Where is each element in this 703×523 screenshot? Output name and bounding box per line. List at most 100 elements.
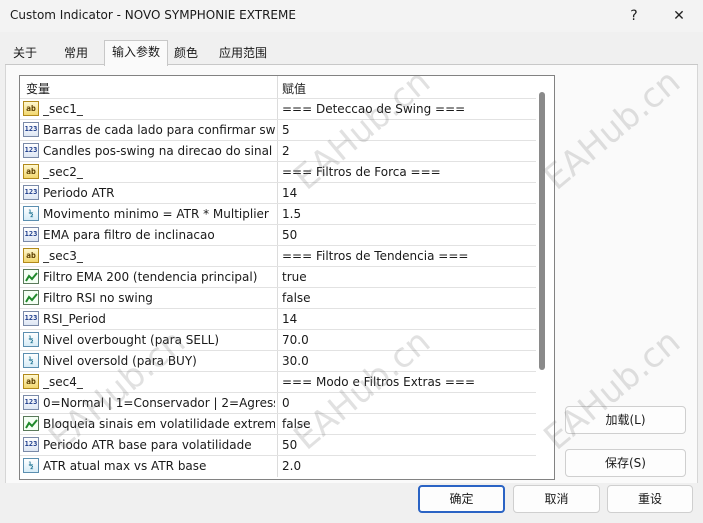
grid-header: 变量 赋值 [20,76,554,98]
bool-type-icon [23,269,39,284]
variable-name: RSI_Period [43,312,106,326]
variable-name: Filtro EMA 200 (tendencia principal) [43,270,258,284]
variable-name: Barras de cada lado para confirmar swing [43,123,275,137]
variable-name: Bloqueia sinais em volatilidade extrema [43,417,275,431]
tab-strip: 关于 常用 输入参数 颜色 应用范围 [0,40,703,66]
cell-divider [277,288,278,309]
double-type-icon: ½ [23,458,39,473]
table-row[interactable]: 123 RSI_Period 14 [20,308,536,330]
table-row[interactable]: ab _sec4_ === Modo e Filtros Extras === [20,371,536,393]
cell-divider [277,309,278,330]
variable-name: _sec2_ [43,165,83,179]
window-title: Custom Indicator - NOVO SYMPHONIE EXTREM… [10,8,296,22]
double-type-icon: ½ [23,353,39,368]
table-row[interactable]: ½ Nivel oversold (para BUY) 30.0 [20,350,536,372]
variable-name: Nivel overbought (para SELL) [43,333,220,347]
save-button[interactable]: 保存(S) [565,449,686,477]
variable-name: _sec4_ [43,375,83,389]
close-button[interactable]: ✕ [657,3,701,29]
table-row[interactable]: Bloqueia sinais em volatilidade extrema f… [20,413,536,435]
table-row[interactable]: ½ Nivel overbought (para SELL) 70.0 [20,329,536,351]
vertical-scrollbar-thumb[interactable] [539,92,545,370]
variable-value[interactable]: 2 [282,144,290,158]
variable-name: Periodo ATR base para volatilidade [43,438,252,452]
cell-divider [277,330,278,351]
tab-about[interactable]: 关于 [5,42,45,64]
variable-name: Periodo ATR [43,186,115,200]
column-divider[interactable] [277,76,278,98]
variable-name: Movimento minimo = ATR * Multiplier [43,207,269,221]
table-row[interactable]: ½ ATR atual max vs ATR base 2.0 [20,455,536,477]
cell-divider [277,141,278,162]
variable-value[interactable]: === Deteccao de Swing === [282,102,465,116]
tab-visualization[interactable]: 应用范围 [213,42,273,64]
integer-type-icon: 123 [23,395,39,410]
cell-divider [277,456,278,477]
table-row[interactable]: 123 Barras de cada lado para confirmar sw… [20,119,536,141]
double-type-icon: ½ [23,206,39,221]
integer-type-icon: 123 [23,185,39,200]
cell-divider [277,162,278,183]
variable-value[interactable]: === Filtros de Tendencia === [282,249,468,263]
cell-divider [277,246,278,267]
column-header-value[interactable]: 赋值 [282,80,306,97]
variable-value[interactable]: 50 [282,438,297,452]
load-button[interactable]: 加载(L) [565,406,686,434]
integer-type-icon: 123 [23,227,39,242]
variable-name: Filtro RSI no swing [43,291,153,305]
table-row[interactable]: ½ Movimento minimo = ATR * Multiplier 1.5 [20,203,536,225]
variable-value[interactable]: false [282,291,311,305]
cell-divider [277,99,278,120]
title-bar: Custom Indicator - NOVO SYMPHONIE EXTREM… [0,0,703,32]
variable-value[interactable]: 30.0 [282,354,309,368]
variable-value[interactable]: === Filtros de Forca === [282,165,441,179]
variable-value[interactable]: 50 [282,228,297,242]
cell-divider [277,183,278,204]
cell-divider [277,120,278,141]
cell-divider [277,414,278,435]
cell-divider [277,393,278,414]
tab-inputs[interactable]: 输入参数 [104,40,168,66]
table-row[interactable]: 123 0=Normal | 1=Conservador | 2=Agressiv… [20,392,536,414]
table-row[interactable]: 123 EMA para filtro de inclinacao 50 [20,224,536,246]
bool-type-icon [23,290,39,305]
table-row[interactable]: ab _sec2_ === Filtros de Forca === [20,161,536,183]
variable-value[interactable]: === Modo e Filtros Extras === [282,375,475,389]
variable-value[interactable]: 70.0 [282,333,309,347]
variable-name: Nivel oversold (para BUY) [43,354,197,368]
cell-divider [277,267,278,288]
integer-type-icon: 123 [23,122,39,137]
table-row[interactable]: ab _sec3_ === Filtros de Tendencia === [20,245,536,267]
table-row[interactable]: 123 Periodo ATR base para volatilidade 50 [20,434,536,456]
variable-name: _sec1_ [43,102,83,116]
variable-value[interactable]: true [282,270,307,284]
variable-value[interactable]: 1.5 [282,207,301,221]
integer-type-icon: 123 [23,311,39,326]
variable-name: _sec3_ [43,249,83,263]
variable-name: Candles pos-swing na direcao do sinal [43,144,273,158]
table-row[interactable]: Filtro EMA 200 (tendencia principal) true [20,266,536,288]
column-header-variable[interactable]: 变量 [26,80,50,97]
help-button[interactable]: ? [612,3,656,29]
ok-button[interactable]: 确定 [418,485,505,513]
cell-divider [277,225,278,246]
variable-value[interactable]: 14 [282,186,297,200]
variable-value[interactable]: 14 [282,312,297,326]
string-type-icon: ab [23,374,39,389]
string-type-icon: ab [23,101,39,116]
variable-value[interactable]: 5 [282,123,290,137]
reset-button[interactable]: 重设 [607,485,693,513]
variable-value[interactable]: 2.0 [282,459,301,473]
tab-colors[interactable]: 颜色 [168,42,204,64]
variable-name: 0=Normal | 1=Conservador | 2=Agressivo [43,396,275,410]
cancel-button[interactable]: 取消 [513,485,600,513]
bool-type-icon [23,416,39,431]
variable-value[interactable]: false [282,417,311,431]
table-row[interactable]: 123 Candles pos-swing na direcao do sinal… [20,140,536,162]
variable-value[interactable]: 0 [282,396,290,410]
table-row[interactable]: Filtro RSI no swing false [20,287,536,309]
table-row[interactable]: 123 Periodo ATR 14 [20,182,536,204]
tab-common[interactable]: 常用 [55,42,97,64]
table-row[interactable]: ab _sec1_ === Deteccao de Swing === [20,98,536,120]
double-type-icon: ½ [23,332,39,347]
